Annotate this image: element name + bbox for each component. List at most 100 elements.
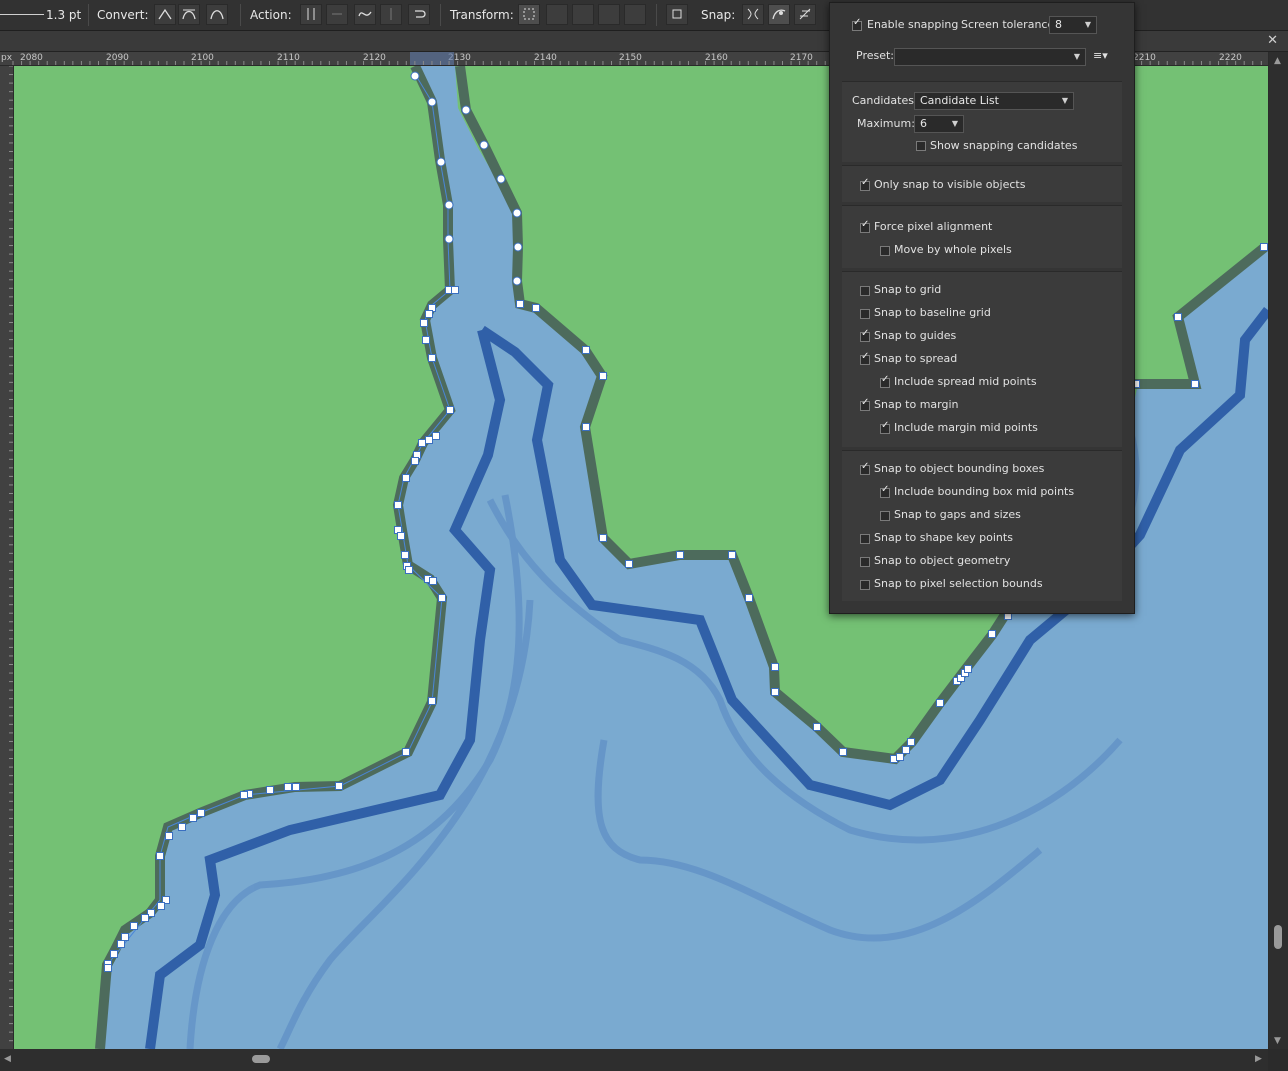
break-curve-button[interactable] xyxy=(300,4,322,25)
enable-snapping-checkbox[interactable] xyxy=(852,17,862,31)
sharp-node[interactable] xyxy=(110,950,118,958)
convert-smart-button[interactable] xyxy=(206,4,228,25)
reverse-curve-button[interactable] xyxy=(408,4,430,25)
sharp-node[interactable] xyxy=(141,914,149,922)
transform-option-3-button[interactable] xyxy=(572,4,594,25)
sharp-node[interactable] xyxy=(425,310,433,318)
curve-node[interactable] xyxy=(427,97,437,107)
bbox-mid-points-checkbox[interactable] xyxy=(880,484,890,498)
snap-to-curve-button[interactable] xyxy=(768,4,790,25)
sharp-node[interactable] xyxy=(422,336,430,344)
show-candidates-checkbox[interactable] xyxy=(916,141,926,151)
snap-to-margin-checkbox[interactable] xyxy=(860,397,870,411)
curve-node[interactable] xyxy=(512,208,522,218)
sharp-node[interactable] xyxy=(438,594,446,602)
sharp-node[interactable] xyxy=(582,346,590,354)
sharp-node[interactable] xyxy=(121,933,129,941)
horizontal-scroll-thumb[interactable] xyxy=(252,1055,270,1063)
sharp-node[interactable] xyxy=(428,354,436,362)
sharp-node[interactable] xyxy=(335,782,343,790)
sharp-node[interactable] xyxy=(425,436,433,444)
sharp-node[interactable] xyxy=(429,577,437,585)
snapping-toggle-button[interactable] xyxy=(742,4,764,25)
sharp-node[interactable] xyxy=(117,940,125,948)
curve-node[interactable] xyxy=(496,174,506,184)
sharp-node[interactable] xyxy=(165,832,173,840)
sharp-node[interactable] xyxy=(197,809,205,817)
candidates-dropdown[interactable]: Candidate List ▼ xyxy=(914,92,1074,110)
sharp-node[interactable] xyxy=(104,964,112,972)
sharp-node[interactable] xyxy=(902,746,910,754)
maximum-field[interactable]: 6 ▼ xyxy=(914,115,964,133)
shape-key-points-checkbox[interactable] xyxy=(860,534,870,544)
sharp-node[interactable] xyxy=(292,783,300,791)
sharp-node[interactable] xyxy=(451,286,459,294)
sharp-node[interactable] xyxy=(625,560,633,568)
sharp-node[interactable] xyxy=(532,304,540,312)
sharp-node[interactable] xyxy=(599,534,607,542)
transform-mode-button[interactable] xyxy=(518,4,540,25)
sharp-node[interactable] xyxy=(896,753,904,761)
sharp-node[interactable] xyxy=(728,551,736,559)
snapping-options-button[interactable] xyxy=(794,4,816,25)
only-visible-checkbox[interactable] xyxy=(860,177,870,191)
margin-mid-points-checkbox[interactable] xyxy=(880,420,890,434)
sharp-node[interactable] xyxy=(745,594,753,602)
sharp-node[interactable] xyxy=(516,300,524,308)
tolerance-field[interactable]: 8 ▼ xyxy=(1049,16,1097,34)
preset-menu-icon[interactable]: ≡▾ xyxy=(1093,46,1108,66)
scroll-up-icon[interactable]: ▲ xyxy=(1274,56,1281,66)
curve-node[interactable] xyxy=(479,140,489,150)
sharp-node[interactable] xyxy=(178,823,186,831)
curve-node[interactable] xyxy=(444,234,454,244)
close-curve-button[interactable] xyxy=(326,4,348,25)
curve-node[interactable] xyxy=(410,71,420,81)
sharp-node[interactable] xyxy=(420,319,428,327)
smooth-curve-button[interactable] xyxy=(354,4,376,25)
snap-bounding-boxes-checkbox[interactable] xyxy=(860,461,870,475)
sharp-node[interactable] xyxy=(907,738,915,746)
curve-node[interactable] xyxy=(513,242,523,252)
sharp-node[interactable] xyxy=(284,783,292,791)
sharp-node[interactable] xyxy=(1260,243,1268,251)
scroll-down-icon[interactable]: ▼ xyxy=(1274,1036,1281,1046)
sharp-node[interactable] xyxy=(964,665,972,673)
join-curves-button[interactable] xyxy=(380,4,402,25)
sharp-node[interactable] xyxy=(813,723,821,731)
sharp-node[interactable] xyxy=(1174,313,1182,321)
sharp-node[interactable] xyxy=(402,748,410,756)
curve-node[interactable] xyxy=(436,157,446,167)
transform-option-2-button[interactable] xyxy=(546,4,568,25)
close-document-icon[interactable]: ✕ xyxy=(1267,31,1278,51)
preset-dropdown[interactable]: ▼ xyxy=(894,48,1086,66)
sharp-node[interactable] xyxy=(240,791,248,799)
stroke-width-value[interactable]: 1.3 pt xyxy=(46,0,81,30)
sharp-node[interactable] xyxy=(432,432,440,440)
sharp-node[interactable] xyxy=(397,532,405,540)
sharp-node[interactable] xyxy=(418,439,426,447)
sharp-node[interactable] xyxy=(771,663,779,671)
sharp-node[interactable] xyxy=(599,372,607,380)
curve-node[interactable] xyxy=(461,105,471,115)
pixel-selection-bounds-checkbox[interactable] xyxy=(860,580,870,590)
transform-option-5-button[interactable] xyxy=(624,4,646,25)
horizontal-scrollbar[interactable]: ◀ ▶ xyxy=(0,1049,1268,1071)
sharp-node[interactable] xyxy=(446,406,454,414)
scroll-right-icon[interactable]: ▶ xyxy=(1255,1054,1262,1064)
object-geometry-checkbox[interactable] xyxy=(860,557,870,567)
sharp-node[interactable] xyxy=(582,423,590,431)
sharp-node[interactable] xyxy=(1191,380,1199,388)
sharp-node[interactable] xyxy=(266,786,274,794)
scroll-left-icon[interactable]: ◀ xyxy=(4,1054,11,1064)
snap-to-grid-checkbox[interactable] xyxy=(860,286,870,296)
sharp-node[interactable] xyxy=(988,630,996,638)
sharp-node[interactable] xyxy=(156,852,164,860)
sharp-node[interactable] xyxy=(405,566,413,574)
sharp-node[interactable] xyxy=(839,748,847,756)
sharp-node[interactable] xyxy=(402,474,410,482)
convert-sharp-button[interactable] xyxy=(154,4,176,25)
sharp-node[interactable] xyxy=(189,814,197,822)
rotate-transform-button[interactable] xyxy=(666,4,688,25)
snap-to-baseline-checkbox[interactable] xyxy=(860,309,870,319)
sharp-node[interactable] xyxy=(157,902,165,910)
